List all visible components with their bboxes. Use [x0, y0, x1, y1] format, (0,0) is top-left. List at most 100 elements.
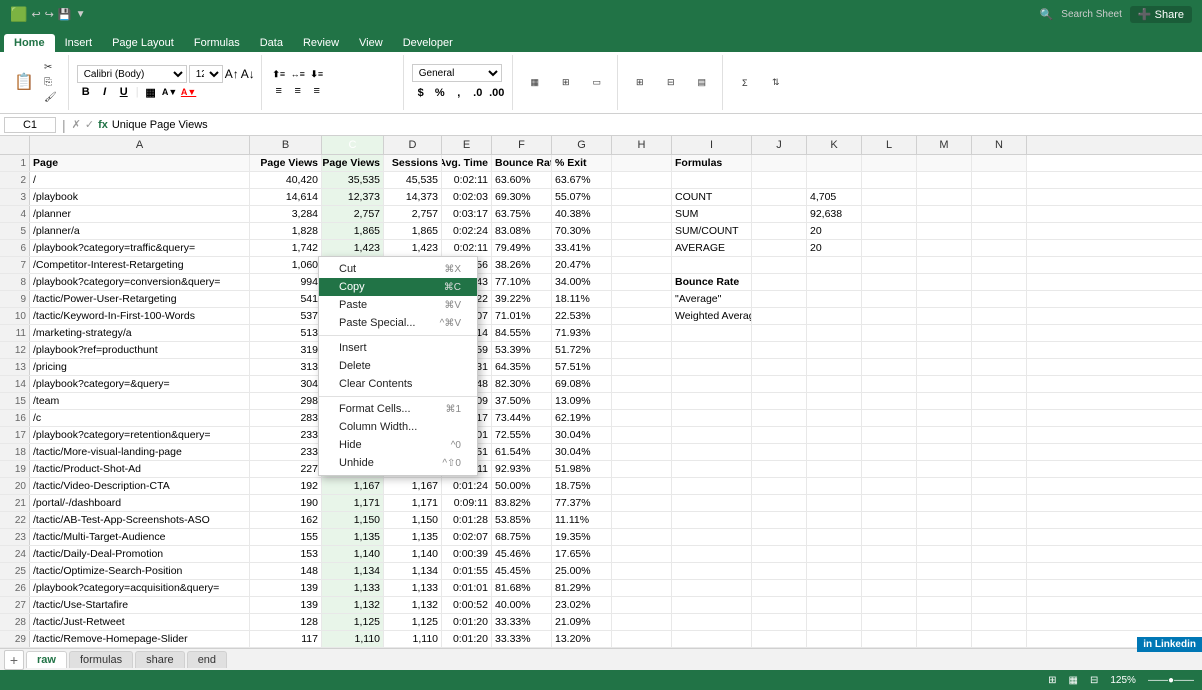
- cell[interactable]: 20.47%: [552, 257, 612, 273]
- cell[interactable]: 0:03:17: [442, 206, 492, 222]
- cell[interactable]: 45.46%: [492, 546, 552, 562]
- cell[interactable]: [807, 461, 862, 477]
- cell[interactable]: [862, 478, 917, 494]
- cell[interactable]: [807, 325, 862, 341]
- col-header-b[interactable]: B: [250, 136, 322, 154]
- context-menu-item[interactable]: Hide^0: [319, 436, 477, 454]
- cell[interactable]: 1,134: [322, 563, 384, 579]
- cell[interactable]: 19.35%: [552, 529, 612, 545]
- cell[interactable]: 57.51%: [552, 359, 612, 375]
- cell[interactable]: /tactic/Power-User-Retargeting: [30, 291, 250, 307]
- cell[interactable]: /: [30, 172, 250, 188]
- cell[interactable]: [612, 631, 672, 647]
- cell[interactable]: [862, 325, 917, 341]
- cell[interactable]: [612, 206, 672, 222]
- cell[interactable]: 81.29%: [552, 580, 612, 596]
- cell[interactable]: /team: [30, 393, 250, 409]
- cell[interactable]: [807, 172, 862, 188]
- cell[interactable]: [672, 478, 752, 494]
- cell[interactable]: [612, 444, 672, 460]
- cell[interactable]: /tactic/Optimize-Search-Position: [30, 563, 250, 579]
- cell[interactable]: 0:02:03: [442, 189, 492, 205]
- cell[interactable]: [917, 597, 972, 613]
- cell[interactable]: 0:01:55: [442, 563, 492, 579]
- cell[interactable]: 0:09:11: [442, 495, 492, 511]
- insert-cells-button[interactable]: ⊞: [626, 75, 654, 90]
- cell[interactable]: [862, 155, 917, 171]
- cell[interactable]: 33.33%: [492, 631, 552, 647]
- cell[interactable]: 1,140: [384, 546, 442, 562]
- cell[interactable]: 319: [250, 342, 322, 358]
- cell[interactable]: 14,373: [384, 189, 442, 205]
- cell[interactable]: 92.93%: [492, 461, 552, 477]
- cell[interactable]: Page Views: [250, 155, 322, 171]
- cell[interactable]: 0:01:28: [442, 512, 492, 528]
- cell[interactable]: [917, 529, 972, 545]
- cell[interactable]: /tactic/Video-Description-CTA: [30, 478, 250, 494]
- context-menu-item[interactable]: Paste⌘V: [319, 296, 477, 314]
- cell[interactable]: [672, 529, 752, 545]
- cell[interactable]: 1,110: [384, 631, 442, 647]
- cell[interactable]: [972, 427, 1027, 443]
- cell[interactable]: 63.60%: [492, 172, 552, 188]
- cell[interactable]: 0:00:39: [442, 546, 492, 562]
- format-cells-button[interactable]: ▤: [688, 75, 716, 90]
- cell[interactable]: 35,535: [322, 172, 384, 188]
- cell[interactable]: [807, 155, 862, 171]
- cell[interactable]: 51.72%: [552, 342, 612, 358]
- cell[interactable]: [807, 563, 862, 579]
- cell[interactable]: [752, 597, 807, 613]
- cell[interactable]: [807, 597, 862, 613]
- cell[interactable]: COUNT: [672, 189, 752, 205]
- cell[interactable]: [752, 546, 807, 562]
- cell[interactable]: 20: [807, 223, 862, 239]
- auto-sum-button[interactable]: Σ: [731, 76, 759, 90]
- cell[interactable]: 139: [250, 597, 322, 613]
- cell[interactable]: 25.00%: [552, 563, 612, 579]
- border-button[interactable]: ▦: [142, 84, 160, 100]
- cell[interactable]: [972, 580, 1027, 596]
- cell[interactable]: 513: [250, 325, 322, 341]
- sheet-tab-formulas[interactable]: formulas: [69, 651, 133, 668]
- cell[interactable]: [612, 546, 672, 562]
- save-icon[interactable]: 💾: [58, 8, 72, 21]
- cell[interactable]: [807, 393, 862, 409]
- comma-button[interactable]: ,: [450, 85, 468, 101]
- cell[interactable]: [862, 172, 917, 188]
- cell[interactable]: [612, 189, 672, 205]
- cell[interactable]: 0:00:52: [442, 597, 492, 613]
- cell[interactable]: [672, 325, 752, 341]
- col-header-g[interactable]: G: [552, 136, 612, 154]
- cell[interactable]: [862, 393, 917, 409]
- cell[interactable]: 0:01:20: [442, 631, 492, 647]
- cell[interactable]: 81.68%: [492, 580, 552, 596]
- cell[interactable]: 190: [250, 495, 322, 511]
- cell[interactable]: [612, 240, 672, 256]
- cell[interactable]: [862, 257, 917, 273]
- cell[interactable]: 1,423: [384, 240, 442, 256]
- cell[interactable]: 155: [250, 529, 322, 545]
- cell[interactable]: [752, 274, 807, 290]
- context-menu-item[interactable]: Insert: [319, 339, 477, 357]
- cell[interactable]: /pricing: [30, 359, 250, 375]
- cell[interactable]: [752, 580, 807, 596]
- cell[interactable]: 40.00%: [492, 597, 552, 613]
- cell[interactable]: 1,125: [322, 614, 384, 630]
- cell[interactable]: Bounce Rate: [672, 274, 752, 290]
- cell[interactable]: [612, 155, 672, 171]
- cell[interactable]: [862, 291, 917, 307]
- cell[interactable]: 1,140: [322, 546, 384, 562]
- currency-button[interactable]: $: [412, 85, 430, 101]
- cell[interactable]: 227: [250, 461, 322, 477]
- cell[interactable]: [807, 257, 862, 273]
- cell[interactable]: [972, 444, 1027, 460]
- italic-button[interactable]: I: [96, 84, 114, 100]
- context-menu-item[interactable]: Paste Special...^⌘V: [319, 314, 477, 332]
- col-header-j[interactable]: J: [752, 136, 807, 154]
- cell[interactable]: [972, 291, 1027, 307]
- cut-button[interactable]: ✂: [41, 61, 62, 74]
- cell[interactable]: [807, 495, 862, 511]
- cell[interactable]: [612, 359, 672, 375]
- cell[interactable]: 92,638: [807, 206, 862, 222]
- cell[interactable]: [612, 308, 672, 324]
